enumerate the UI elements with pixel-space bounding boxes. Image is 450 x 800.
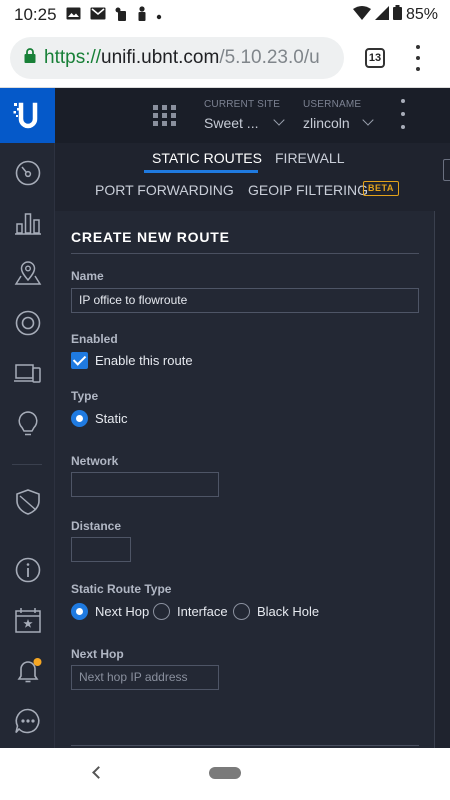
interface-option-label[interactable]: Interface [177, 604, 228, 619]
tab-static-routes[interactable]: STATIC ROUTES [152, 150, 262, 166]
sidebar [0, 143, 55, 748]
network-label: Network [71, 454, 119, 468]
beta-badge: BETA [363, 181, 399, 196]
chat-icon[interactable] [12, 705, 44, 737]
tab-firewall[interactable]: FIREWALL [275, 150, 345, 166]
unifi-logo-icon[interactable] [0, 88, 55, 143]
url-host: unifi.ubnt.com [101, 47, 220, 68]
address-bar[interactable]: https://unifi.ubnt.com/5.10.23.0/u [10, 37, 344, 79]
status-bar: 10:25 85% [0, 0, 450, 30]
network-input[interactable] [71, 472, 219, 497]
type-label: Type [71, 389, 99, 403]
app-header: CURRENT SITE Sweet ... USERNAME zlincoln [55, 88, 450, 143]
enabled-label: Enabled [71, 332, 118, 346]
calendar-events-icon[interactable] [12, 604, 44, 636]
clients-icon[interactable] [12, 357, 44, 389]
next-hop-option-label[interactable]: Next Hop [95, 604, 149, 619]
url-path: /5.10.23.0/u [219, 47, 320, 68]
current-site-select[interactable]: Sweet ... [204, 115, 258, 131]
type-static-label[interactable]: Static [95, 411, 128, 426]
panel-scroll-handle[interactable] [443, 159, 450, 181]
type-static-radio[interactable] [71, 410, 88, 427]
battery-percent: 85% [405, 6, 438, 23]
battery-icon [392, 5, 402, 25]
username-select[interactable]: zlincoln [303, 115, 350, 131]
notification-icons [66, 6, 162, 26]
distance-input[interactable] [71, 537, 131, 562]
current-site-label: CURRENT SITE [204, 99, 281, 110]
statistics-icon[interactable] [12, 207, 44, 239]
next-hop-radio[interactable] [71, 603, 88, 620]
browser-toolbar: https://unifi.ubnt.com/5.10.23.0/u 13 [0, 30, 450, 88]
gmail-icon [90, 7, 106, 25]
dashboard-icon[interactable] [12, 157, 44, 189]
dot-icon [156, 7, 162, 25]
name-input[interactable]: IP office to flowroute [71, 288, 419, 313]
form-divider [71, 253, 419, 254]
next-hop-label: Next Hop [71, 647, 124, 661]
enable-route-label[interactable]: Enable this route [95, 353, 193, 368]
chevron-down-icon[interactable] [362, 114, 374, 126]
url-scheme: https:// [44, 47, 102, 68]
enable-route-checkbox[interactable] [71, 352, 88, 369]
info-icon[interactable] [12, 554, 44, 586]
status-time: 10:25 [14, 5, 57, 24]
sidebar-divider [12, 464, 42, 465]
insights-icon[interactable] [12, 407, 44, 439]
form-title: CREATE NEW ROUTE [71, 229, 230, 245]
distance-label: Distance [71, 519, 122, 533]
black-hole-option-label[interactable]: Black Hole [257, 604, 319, 619]
home-pill-icon[interactable] [209, 767, 241, 779]
system-nav-bar [0, 748, 450, 800]
devices-icon[interactable] [12, 307, 44, 339]
route-type-label: Static Route Type [71, 582, 172, 596]
wifi-icon [352, 5, 371, 25]
map-icon[interactable] [12, 257, 44, 289]
security-shield-icon[interactable] [12, 486, 44, 518]
username-label: USERNAME [303, 99, 362, 110]
mobile-data-icon [115, 7, 128, 26]
lock-icon [24, 48, 36, 68]
form-bottom-divider [71, 745, 419, 746]
interface-radio[interactable] [153, 603, 170, 620]
alerts-bell-icon[interactable] [12, 654, 44, 686]
person-icon [137, 6, 147, 26]
browser-menu-button[interactable] [413, 45, 423, 71]
signal-icon [374, 5, 389, 25]
back-icon[interactable] [92, 766, 105, 779]
black-hole-radio[interactable] [233, 603, 250, 620]
tab-port-forwarding[interactable]: PORT FORWARDING [95, 182, 234, 198]
image-icon [66, 7, 81, 25]
tab-bar: STATIC ROUTES FIREWALL [55, 143, 450, 175]
chevron-down-icon[interactable] [273, 114, 285, 126]
tab-geoip-filtering[interactable]: GEOIP FILTERING [248, 182, 368, 198]
header-menu-button[interactable] [400, 99, 406, 129]
status-right: 85% [352, 5, 438, 25]
name-label: Name [71, 269, 104, 283]
apps-grid-icon[interactable] [153, 105, 177, 127]
next-hop-input[interactable]: Next hop IP address [71, 665, 219, 690]
create-route-form: CREATE NEW ROUTE Name IP office to flowr… [55, 211, 435, 748]
main-content: STATIC ROUTES FIREWALL PORT FORWARDING G… [55, 143, 450, 748]
active-tab-indicator [144, 170, 258, 173]
tab-switcher-button[interactable]: 13 [365, 48, 385, 68]
